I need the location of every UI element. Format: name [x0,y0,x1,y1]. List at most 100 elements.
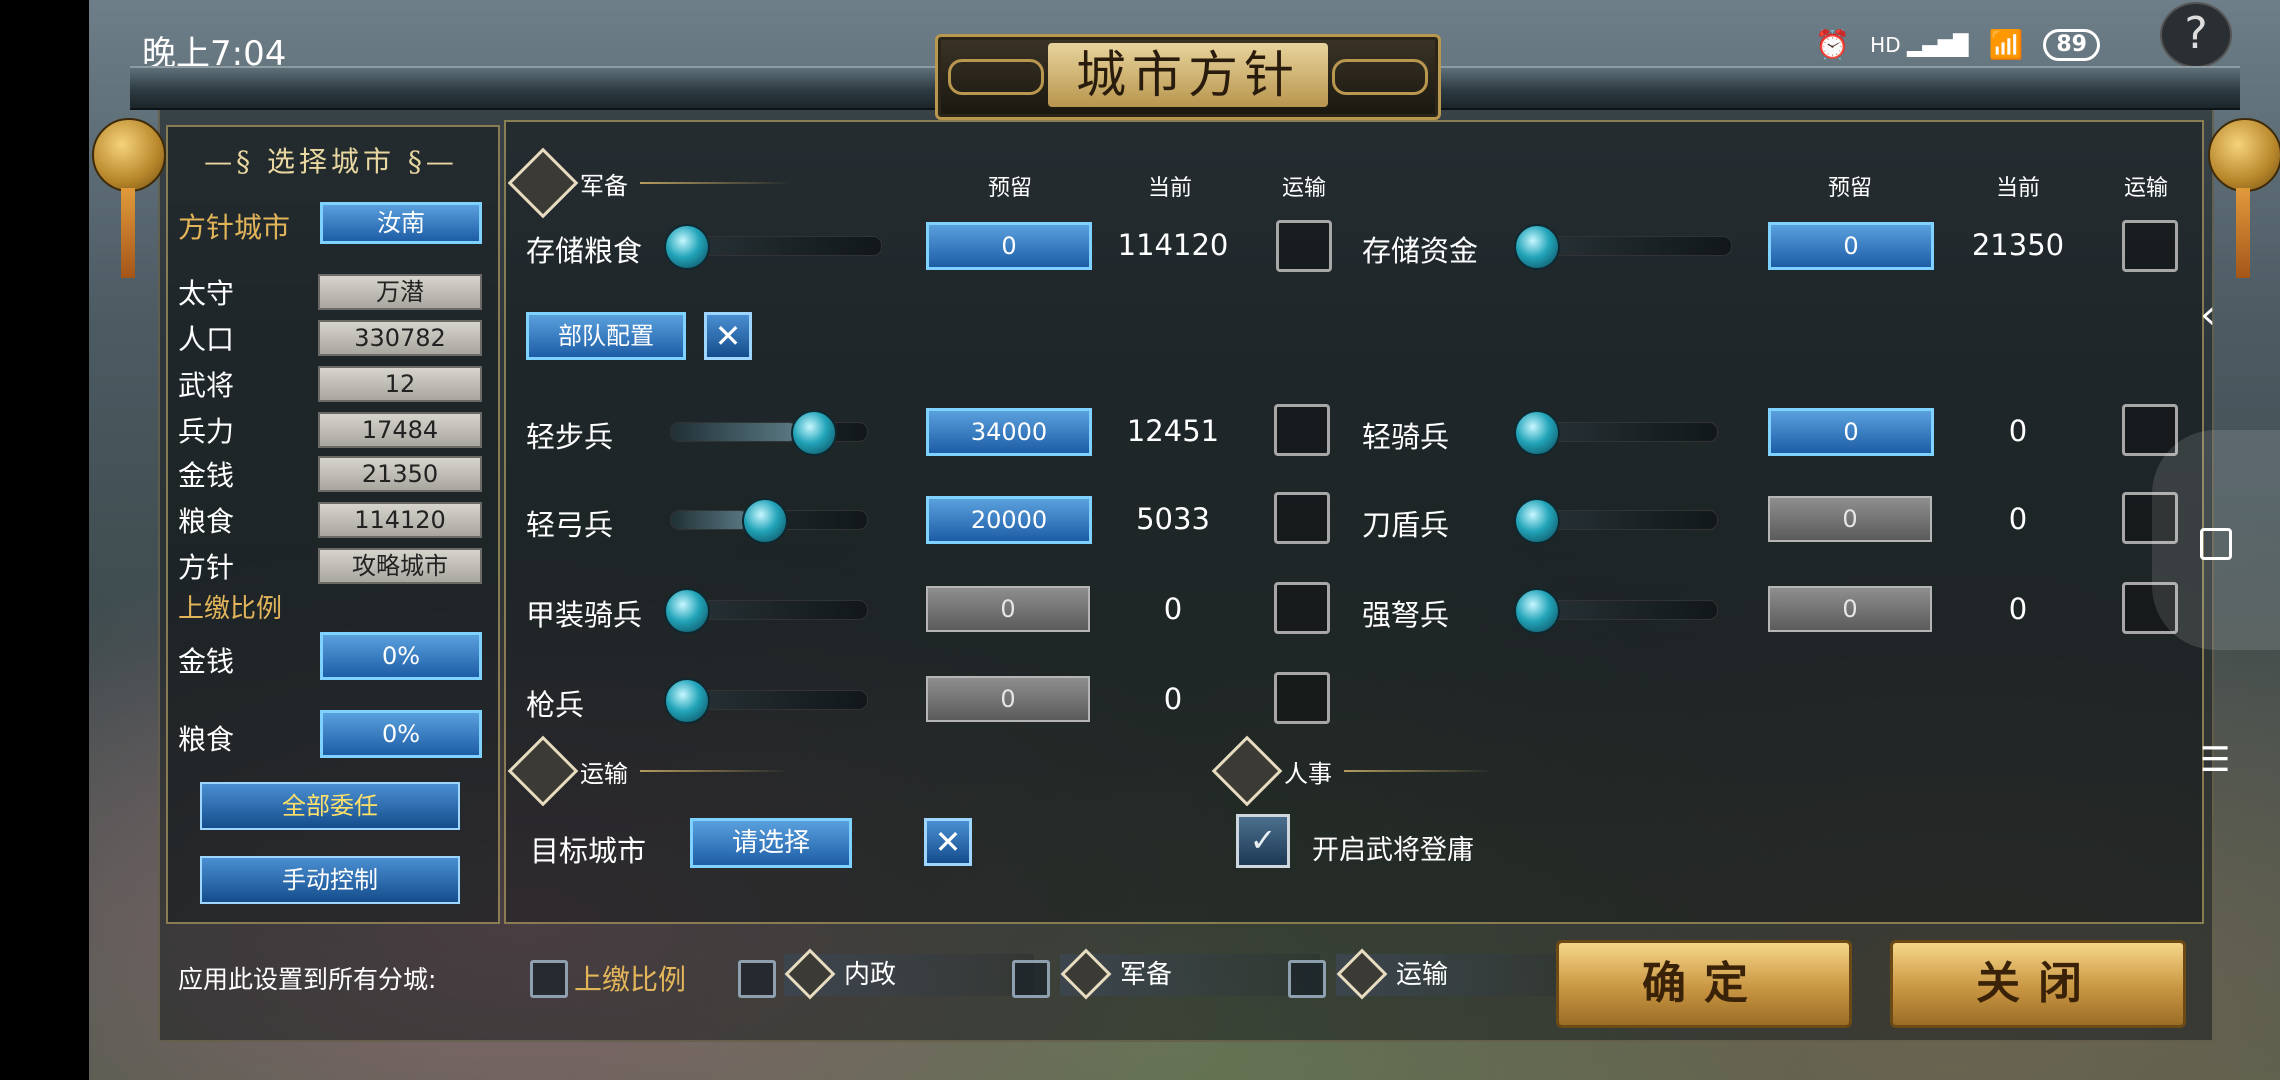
stat-value: 330782 [318,320,482,356]
target-city-clear-icon[interactable]: ✕ [924,818,972,866]
troop-current-value: 5033 [1136,502,1210,536]
troop-reserve-input[interactable]: 0 [926,676,1090,722]
apply-internal-checkbox[interactable] [738,960,776,998]
enable-recruit-label: 开启武将登庸 [1312,835,1474,866]
troop-transport-checkbox[interactable] [1274,672,1330,724]
left-tassel [121,188,135,278]
stat-value: 114120 [318,502,482,538]
troop-config-close-icon[interactable]: ✕ [704,312,752,360]
stat-value: 攻略城市 [318,548,482,584]
right-medal-icon [2208,118,2280,192]
col-current-left: 当前 [1148,176,1193,201]
manual-control-button[interactable]: 手动控制 [200,856,460,904]
store-food-label: 存储粮食 [526,234,643,268]
left-medal-icon [92,118,166,192]
apply-transport-checkbox[interactable] [1288,960,1326,998]
policy-city-select[interactable]: 汝南 [320,202,482,244]
troop-reserve-input[interactable]: 0 [1768,496,1932,542]
store-food-transport-checkbox[interactable] [1276,220,1332,272]
home-nav-icon[interactable] [2200,528,2232,560]
status-icons: ⏰ HD ▂▄▆█ 📶 89 [1815,28,2100,61]
store-food-reserve-input[interactable]: 0 [926,222,1092,270]
store-money-slider-knob[interactable] [1514,224,1560,270]
apply-tribute-label: 上缴比例 [574,963,687,996]
apply-all-label: 应用此设置到所有分城: [178,965,437,994]
stat-label: 金钱 [178,459,235,492]
troop-label: 甲装骑兵 [526,598,643,632]
troop-slider-knob[interactable] [664,678,710,724]
target-city-select[interactable]: 请选择 [690,818,852,868]
store-food-slider-knob[interactable] [664,224,710,270]
troop-reserve-input[interactable]: 20000 [926,496,1092,544]
troop-label: 轻步兵 [526,420,614,454]
troop-current-value: 0 [1163,682,1183,716]
stat-label: 武将 [178,369,235,402]
troop-reserve-input[interactable]: 34000 [926,408,1092,456]
troop-slider-knob[interactable] [1514,498,1560,544]
stat-label: 粮食 [178,505,235,538]
military-tab-emblem-icon [1060,948,1112,1000]
enable-recruit-checkbox[interactable]: ✓ [1236,814,1290,868]
transport-tab-emblem-icon [1336,948,1388,1000]
personnel-section-header: 人事 [1211,735,1494,807]
store-money-transport-checkbox[interactable] [2122,220,2178,272]
store-money-reserve-input[interactable]: 0 [1768,222,1934,270]
troop-reserve-input[interactable]: 0 [1768,408,1934,456]
troop-current-value: 0 [2008,414,2028,448]
troop-transport-checkbox[interactable] [1274,404,1330,456]
troop-current-value: 12451 [1126,414,1220,448]
back-nav-icon[interactable]: ‹ [2200,292,2216,338]
stat-value: 21350 [318,456,482,492]
troop-label: 轻弓兵 [526,508,614,542]
stat-value: 12 [318,366,482,402]
store-money-current: 21350 [1971,228,2065,262]
troop-current-value: 0 [2008,592,2028,626]
tribute-food-input[interactable]: 0% [320,710,482,758]
col-transport-left: 运输 [1282,176,1327,201]
stat-label: 太守 [178,277,235,310]
troop-slider-knob[interactable] [1514,410,1560,456]
internal-emblem-icon [784,948,836,1000]
select-city-heading: —§ 选择城市 §— [204,145,458,178]
troop-reserve-input[interactable]: 0 [926,586,1090,632]
apply-military-checkbox[interactable] [1012,960,1050,998]
delegate-all-button[interactable]: 全部委任 [200,782,460,830]
troop-slider[interactable] [670,422,868,442]
tribute-money-input[interactable]: 0% [320,632,482,680]
col-transport-right: 运输 [2124,176,2169,201]
apply-military-tab: 军备 [1060,948,1320,1000]
troop-config-button[interactable]: 部队配置 [526,312,686,360]
help-button[interactable]: ? [2160,2,2232,68]
title-ornament-right [1332,59,1428,95]
stat-label: 方针 [178,551,235,584]
menu-nav-icon[interactable]: ☰ [2200,740,2230,780]
battery-indicator: 89 [2043,28,2100,61]
troop-current-value: 0 [1163,592,1183,626]
troop-label: 枪兵 [526,688,585,722]
troop-label: 刀盾兵 [1362,508,1450,542]
store-food-current: 114120 [1117,228,1229,262]
page-title: 城市方针 [1048,43,1328,107]
right-tassel [2236,188,2250,278]
target-city-label: 目标城市 [530,834,647,868]
confirm-button[interactable]: 确定 [1556,940,1852,1028]
stat-value: 17484 [318,412,482,448]
troop-transport-checkbox[interactable] [1274,492,1330,544]
transport-emblem-icon [507,735,579,807]
apply-tribute-checkbox[interactable] [530,960,568,998]
apply-internal-tab: 内政 [784,948,1034,1000]
title-plate: 城市方针 [935,34,1441,120]
troop-transport-checkbox[interactable] [1274,582,1330,634]
title-ornament-left [948,59,1044,95]
close-button[interactable]: 关闭 [1890,940,2186,1028]
col-current-right: 当前 [1996,176,2041,201]
stat-value: 万潜 [318,274,482,310]
military-section-header: 军备 [507,147,790,219]
troop-reserve-input[interactable]: 0 [1768,586,1932,632]
store-money-label: 存储资金 [1362,234,1479,268]
troop-slider-knob[interactable] [664,588,710,634]
tribute-food-label: 粮食 [178,723,235,756]
alarm-icon: ⏰ [1815,28,1851,61]
transport-section-header: 运输 [507,735,790,807]
troop-slider-knob[interactable] [1514,588,1560,634]
